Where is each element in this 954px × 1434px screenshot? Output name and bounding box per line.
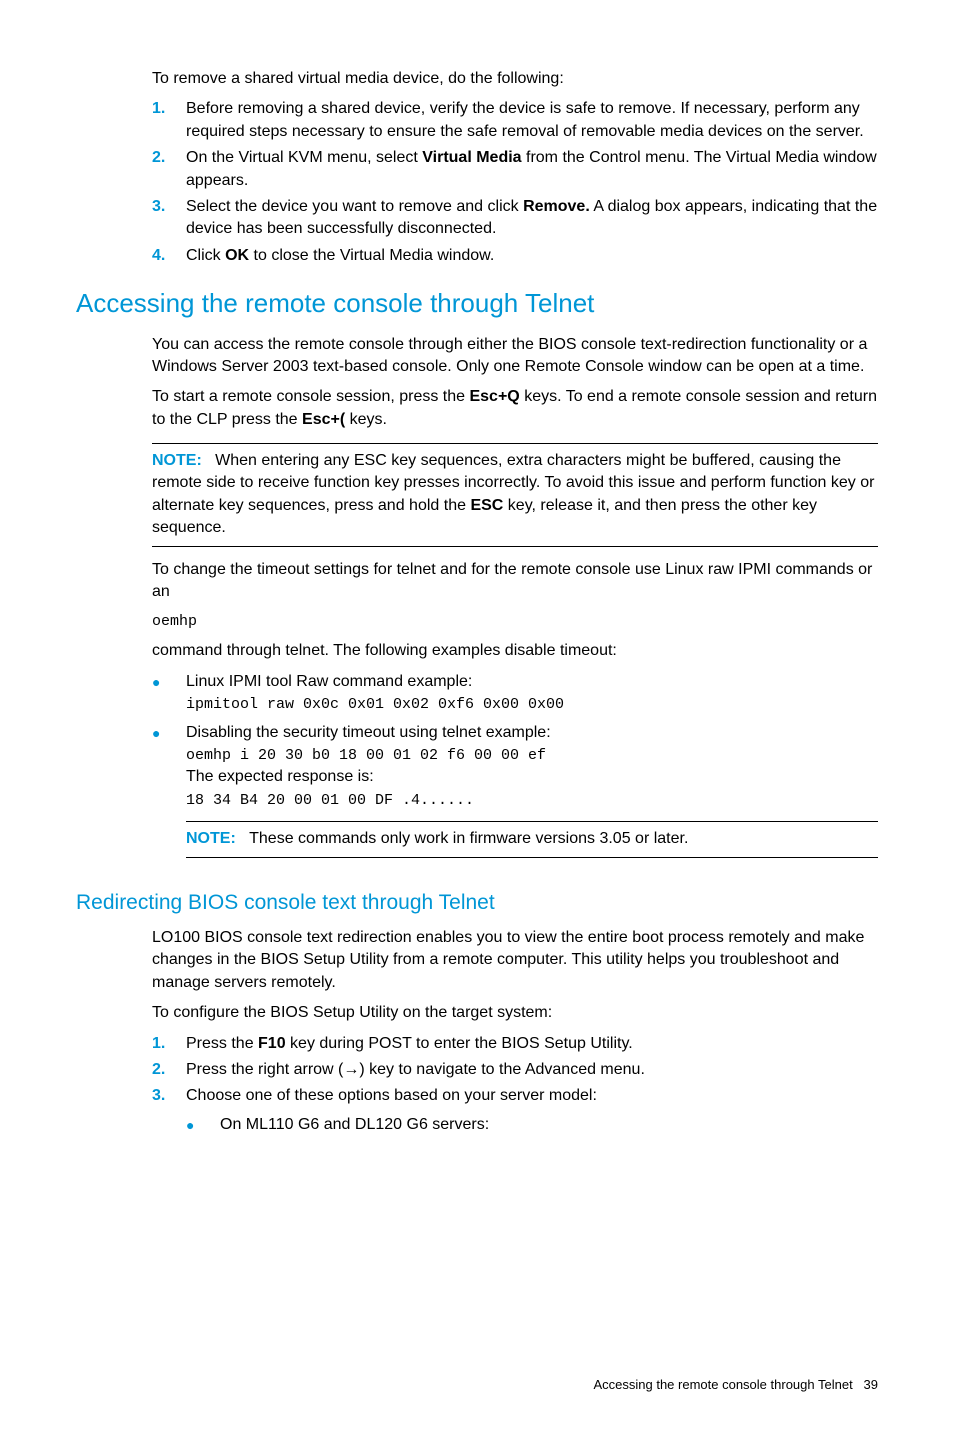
page-number: 39 <box>864 1377 878 1392</box>
step-number: 3. <box>152 1085 186 1107</box>
paragraph: command through telnet. The following ex… <box>152 640 878 662</box>
step-body: Click OK to close the Virtual Media wind… <box>186 245 878 267</box>
section2-body: LO100 BIOS console text redirection enab… <box>152 927 878 1136</box>
step-body: Press the right arrow (→) key to navigat… <box>186 1059 878 1081</box>
step-item: 2. On the Virtual KVM menu, select Virtu… <box>152 147 878 192</box>
list-item: ● Disabling the security timeout using t… <box>152 722 878 868</box>
code-line: oemhp <box>152 611 878 632</box>
code-line: 18 34 B4 20 00 01 00 DF .4...... <box>186 792 474 809</box>
page-footer: Accessing the remote console through Tel… <box>76 1376 878 1394</box>
bullet-icon: ● <box>186 1114 220 1136</box>
step-item: 3. Select the device you want to remove … <box>152 196 878 241</box>
sub-bullet-list: ● On ML110 G6 and DL120 G6 servers: <box>186 1114 878 1136</box>
paragraph: You can access the remote console throug… <box>152 334 878 379</box>
step-body: Select the device you want to remove and… <box>186 196 878 241</box>
step-body: Choose one of these options based on you… <box>186 1085 878 1107</box>
page-container: To remove a shared virtual media device,… <box>0 0 954 1434</box>
note-label: NOTE: <box>152 452 202 469</box>
response-label: The expected response is: <box>186 768 374 785</box>
step-number: 2. <box>152 1059 186 1081</box>
step-item: 1. Before removing a shared device, veri… <box>152 98 878 143</box>
intro-lead: To remove a shared virtual media device,… <box>152 68 878 90</box>
step-item: 1. Press the F10 key during POST to ente… <box>152 1033 878 1055</box>
note-box: NOTE: These commands only work in firmwa… <box>186 821 878 857</box>
paragraph: To configure the BIOS Setup Utility on t… <box>152 1002 878 1024</box>
step-body: On the Virtual KVM menu, select Virtual … <box>186 147 878 192</box>
step-item: 4. Click OK to close the Virtual Media w… <box>152 245 878 267</box>
list-body: Disabling the security timeout using tel… <box>186 722 878 868</box>
bios-steps: 1. Press the F10 key during POST to ente… <box>152 1033 878 1108</box>
list-body: Linux IPMI tool Raw command example: ipm… <box>186 671 878 716</box>
step-body: Before removing a shared device, verify … <box>186 98 878 143</box>
section-heading-bios: Redirecting BIOS console text through Te… <box>76 888 878 917</box>
step-number: 3. <box>152 196 186 241</box>
intro-steps: 1. Before removing a shared device, veri… <box>152 98 878 267</box>
footer-text: Accessing the remote console through Tel… <box>593 1377 852 1392</box>
list-body: On ML110 G6 and DL120 G6 servers: <box>220 1114 878 1136</box>
bullet-list: ● Linux IPMI tool Raw command example: i… <box>152 671 878 868</box>
code-line: oemhp i 20 30 b0 18 00 01 02 f6 00 00 ef <box>186 747 546 764</box>
note-box: NOTE: When entering any ESC key sequence… <box>152 443 878 547</box>
paragraph: To start a remote console session, press… <box>152 386 878 431</box>
step-item: 3. Choose one of these options based on … <box>152 1085 878 1107</box>
code-line: ipmitool raw 0x0c 0x01 0x02 0xf6 0x00 0x… <box>186 696 564 713</box>
paragraph: To change the timeout settings for telne… <box>152 559 878 604</box>
step-body: Press the F10 key during POST to enter t… <box>186 1033 878 1055</box>
step-number: 1. <box>152 1033 186 1055</box>
bullet-icon: ● <box>152 671 186 716</box>
section1-body: You can access the remote console throug… <box>152 334 878 868</box>
step-number: 1. <box>152 98 186 143</box>
note-label: NOTE: <box>186 830 236 847</box>
bullet-icon: ● <box>152 722 186 868</box>
section-heading-telnet: Accessing the remote console through Tel… <box>76 285 878 321</box>
step-item: 2. Press the right arrow (→) key to navi… <box>152 1059 878 1081</box>
paragraph: LO100 BIOS console text redirection enab… <box>152 927 878 994</box>
list-item: ● Linux IPMI tool Raw command example: i… <box>152 671 878 716</box>
step-number: 2. <box>152 147 186 192</box>
step-number: 4. <box>152 245 186 267</box>
list-item: ● On ML110 G6 and DL120 G6 servers: <box>186 1114 878 1136</box>
intro-section: To remove a shared virtual media device,… <box>152 68 878 267</box>
